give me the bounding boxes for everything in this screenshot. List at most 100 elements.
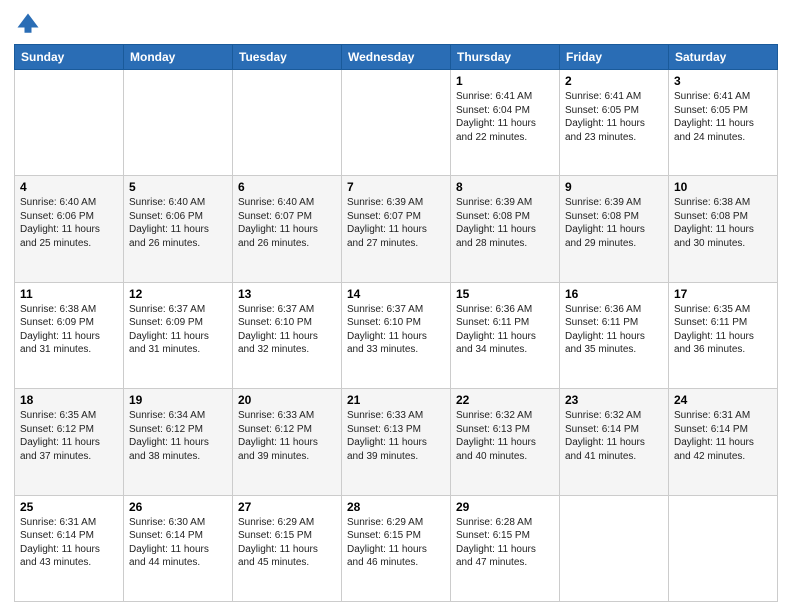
day-number: 24 bbox=[674, 393, 772, 407]
calendar-cell: 24 Sunrise: 6:31 AM Sunset: 6:14 PM Dayli… bbox=[669, 389, 778, 495]
day-number: 1 bbox=[456, 74, 554, 88]
day-number: 6 bbox=[238, 180, 336, 194]
day-number: 7 bbox=[347, 180, 445, 194]
calendar-cell: 29 Sunrise: 6:28 AM Sunset: 6:15 PM Dayli… bbox=[451, 495, 560, 601]
day-number: 20 bbox=[238, 393, 336, 407]
day-info: Sunrise: 6:38 AM Sunset: 6:09 PM Dayligh… bbox=[20, 303, 118, 357]
calendar-week-5: 25Sunrise: 6:31 AM Sunset: 6:14 PM Dayli… bbox=[15, 495, 778, 601]
day-info: Sunrise: 6:41 AM Sunset: 6:05 PM Dayligh… bbox=[674, 90, 772, 144]
day-number: 13 bbox=[238, 287, 336, 301]
day-number: 26 bbox=[129, 500, 227, 514]
calendar-cell bbox=[124, 70, 233, 176]
day-info: Sunrise: 6:36 AM Sunset: 6:11 PM Dayligh… bbox=[456, 303, 554, 357]
calendar-cell: 6 Sunrise: 6:40 AM Sunset: 6:07 PM Daylig… bbox=[233, 176, 342, 282]
calendar-cell: 9 Sunrise: 6:39 AM Sunset: 6:08 PM Daylig… bbox=[560, 176, 669, 282]
calendar-cell: 18 Sunrise: 6:35 AM Sunset: 6:12 PM Dayli… bbox=[15, 389, 124, 495]
day-number: 4 bbox=[20, 180, 118, 194]
day-number: 18 bbox=[20, 393, 118, 407]
col-friday: Friday bbox=[560, 45, 669, 70]
calendar-cell bbox=[233, 70, 342, 176]
calendar-cell: 8 Sunrise: 6:39 AM Sunset: 6:08 PM Daylig… bbox=[451, 176, 560, 282]
logo bbox=[14, 10, 46, 38]
calendar-week-3: 11Sunrise: 6:38 AM Sunset: 6:09 PM Dayli… bbox=[15, 282, 778, 388]
day-info: Sunrise: 6:31 AM Sunset: 6:14 PM Dayligh… bbox=[674, 409, 772, 463]
calendar-cell bbox=[342, 70, 451, 176]
day-number: 17 bbox=[674, 287, 772, 301]
day-info: Sunrise: 6:35 AM Sunset: 6:12 PM Dayligh… bbox=[20, 409, 118, 463]
calendar-cell: 23 Sunrise: 6:32 AM Sunset: 6:14 PM Dayli… bbox=[560, 389, 669, 495]
col-tuesday: Tuesday bbox=[233, 45, 342, 70]
day-number: 25 bbox=[20, 500, 118, 514]
day-info: Sunrise: 6:32 AM Sunset: 6:14 PM Dayligh… bbox=[565, 409, 663, 463]
calendar-cell: 5Sunrise: 6:40 AM Sunset: 6:06 PM Daylig… bbox=[124, 176, 233, 282]
day-info: Sunrise: 6:40 AM Sunset: 6:06 PM Dayligh… bbox=[20, 196, 118, 250]
calendar-cell: 3 Sunrise: 6:41 AM Sunset: 6:05 PM Daylig… bbox=[669, 70, 778, 176]
calendar-table: Sunday Monday Tuesday Wednesday Thursday… bbox=[14, 44, 778, 602]
day-number: 27 bbox=[238, 500, 336, 514]
calendar-cell: 4 Sunrise: 6:40 AM Sunset: 6:06 PM Daylig… bbox=[15, 176, 124, 282]
day-number: 3 bbox=[674, 74, 772, 88]
day-info: Sunrise: 6:39 AM Sunset: 6:08 PM Dayligh… bbox=[456, 196, 554, 250]
header bbox=[14, 10, 778, 38]
day-info: Sunrise: 6:35 AM Sunset: 6:11 PM Dayligh… bbox=[674, 303, 772, 357]
calendar-cell: 21 Sunrise: 6:33 AM Sunset: 6:13 PM Dayli… bbox=[342, 389, 451, 495]
calendar-cell: 13 Sunrise: 6:37 AM Sunset: 6:10 PM Dayli… bbox=[233, 282, 342, 388]
day-info: Sunrise: 6:40 AM Sunset: 6:07 PM Dayligh… bbox=[238, 196, 336, 250]
day-number: 12 bbox=[129, 287, 227, 301]
calendar-cell: 26 Sunrise: 6:30 AM Sunset: 6:14 PM Dayli… bbox=[124, 495, 233, 601]
calendar-week-4: 18 Sunrise: 6:35 AM Sunset: 6:12 PM Dayli… bbox=[15, 389, 778, 495]
day-info: Sunrise: 6:37 AM Sunset: 6:10 PM Dayligh… bbox=[238, 303, 336, 357]
col-wednesday: Wednesday bbox=[342, 45, 451, 70]
calendar-cell: 27 Sunrise: 6:29 AM Sunset: 6:15 PM Dayli… bbox=[233, 495, 342, 601]
col-monday: Monday bbox=[124, 45, 233, 70]
day-info: Sunrise: 6:30 AM Sunset: 6:14 PM Dayligh… bbox=[129, 516, 227, 570]
day-info: Sunrise: 6:39 AM Sunset: 6:07 PM Dayligh… bbox=[347, 196, 445, 250]
calendar-week-2: 4 Sunrise: 6:40 AM Sunset: 6:06 PM Daylig… bbox=[15, 176, 778, 282]
calendar-cell: 22Sunrise: 6:32 AM Sunset: 6:13 PM Dayli… bbox=[451, 389, 560, 495]
day-info: Sunrise: 6:33 AM Sunset: 6:13 PM Dayligh… bbox=[347, 409, 445, 463]
calendar-cell bbox=[560, 495, 669, 601]
day-info: Sunrise: 6:33 AM Sunset: 6:12 PM Dayligh… bbox=[238, 409, 336, 463]
calendar-cell: 11Sunrise: 6:38 AM Sunset: 6:09 PM Dayli… bbox=[15, 282, 124, 388]
day-info: Sunrise: 6:28 AM Sunset: 6:15 PM Dayligh… bbox=[456, 516, 554, 570]
calendar-cell bbox=[669, 495, 778, 601]
day-number: 29 bbox=[456, 500, 554, 514]
day-number: 16 bbox=[565, 287, 663, 301]
day-info: Sunrise: 6:41 AM Sunset: 6:04 PM Dayligh… bbox=[456, 90, 554, 144]
calendar-body: 1 Sunrise: 6:41 AM Sunset: 6:04 PM Daylig… bbox=[15, 70, 778, 602]
day-number: 9 bbox=[565, 180, 663, 194]
day-info: Sunrise: 6:40 AM Sunset: 6:06 PM Dayligh… bbox=[129, 196, 227, 250]
calendar-cell: 28 Sunrise: 6:29 AM Sunset: 6:15 PM Dayli… bbox=[342, 495, 451, 601]
day-info: Sunrise: 6:29 AM Sunset: 6:15 PM Dayligh… bbox=[347, 516, 445, 570]
day-info: Sunrise: 6:37 AM Sunset: 6:09 PM Dayligh… bbox=[129, 303, 227, 357]
day-number: 22 bbox=[456, 393, 554, 407]
calendar-cell bbox=[15, 70, 124, 176]
calendar-cell: 25Sunrise: 6:31 AM Sunset: 6:14 PM Dayli… bbox=[15, 495, 124, 601]
calendar-cell: 17 Sunrise: 6:35 AM Sunset: 6:11 PM Dayli… bbox=[669, 282, 778, 388]
logo-icon bbox=[14, 10, 42, 38]
day-number: 21 bbox=[347, 393, 445, 407]
day-number: 28 bbox=[347, 500, 445, 514]
calendar-cell: 19 Sunrise: 6:34 AM Sunset: 6:12 PM Dayli… bbox=[124, 389, 233, 495]
col-sunday: Sunday bbox=[15, 45, 124, 70]
day-number: 15 bbox=[456, 287, 554, 301]
day-info: Sunrise: 6:39 AM Sunset: 6:08 PM Dayligh… bbox=[565, 196, 663, 250]
calendar-cell: 14 Sunrise: 6:37 AM Sunset: 6:10 PM Dayli… bbox=[342, 282, 451, 388]
day-number: 10 bbox=[674, 180, 772, 194]
calendar-cell: 12 Sunrise: 6:37 AM Sunset: 6:09 PM Dayli… bbox=[124, 282, 233, 388]
calendar-cell: 7 Sunrise: 6:39 AM Sunset: 6:07 PM Daylig… bbox=[342, 176, 451, 282]
day-info: Sunrise: 6:34 AM Sunset: 6:12 PM Dayligh… bbox=[129, 409, 227, 463]
day-info: Sunrise: 6:37 AM Sunset: 6:10 PM Dayligh… bbox=[347, 303, 445, 357]
day-info: Sunrise: 6:29 AM Sunset: 6:15 PM Dayligh… bbox=[238, 516, 336, 570]
day-info: Sunrise: 6:36 AM Sunset: 6:11 PM Dayligh… bbox=[565, 303, 663, 357]
day-number: 19 bbox=[129, 393, 227, 407]
day-number: 14 bbox=[347, 287, 445, 301]
day-info: Sunrise: 6:38 AM Sunset: 6:08 PM Dayligh… bbox=[674, 196, 772, 250]
calendar-week-1: 1 Sunrise: 6:41 AM Sunset: 6:04 PM Daylig… bbox=[15, 70, 778, 176]
day-number: 23 bbox=[565, 393, 663, 407]
header-row: Sunday Monday Tuesday Wednesday Thursday… bbox=[15, 45, 778, 70]
calendar-cell: 2Sunrise: 6:41 AM Sunset: 6:05 PM Daylig… bbox=[560, 70, 669, 176]
calendar-cell: 20 Sunrise: 6:33 AM Sunset: 6:12 PM Dayli… bbox=[233, 389, 342, 495]
col-saturday: Saturday bbox=[669, 45, 778, 70]
day-number: 8 bbox=[456, 180, 554, 194]
